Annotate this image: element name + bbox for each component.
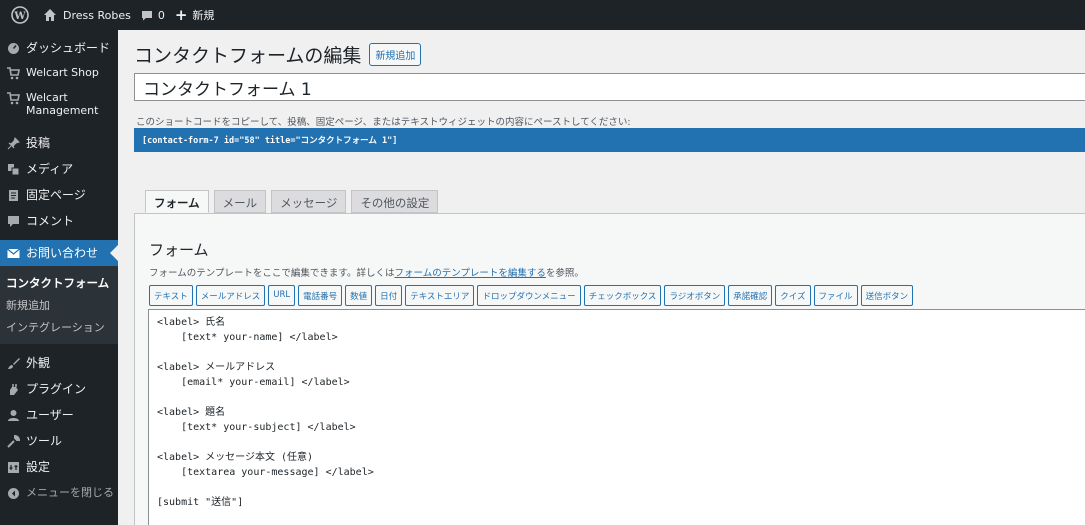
- site-name-link[interactable]: Dress Robes: [38, 0, 136, 30]
- add-new-button[interactable]: 新規追加: [369, 43, 422, 66]
- home-icon: [44, 9, 56, 21]
- wordpress-logo-icon: W: [11, 6, 29, 24]
- tag-button-submit[interactable]: 送信ボタン: [860, 285, 914, 306]
- tag-button-email[interactable]: メールアドレス: [195, 285, 266, 306]
- sidebar-item-comments[interactable]: コメント: [0, 214, 118, 240]
- sidebar-item-dashboard[interactable]: ダッシュボード: [0, 40, 118, 66]
- sidebar-item-media[interactable]: メディア: [0, 162, 118, 188]
- dashboard-icon: [6, 41, 20, 55]
- wp-logo-menu[interactable]: W: [0, 0, 38, 30]
- wrench-icon: [6, 434, 20, 448]
- tag-button-acceptance[interactable]: 承諾確認: [728, 285, 773, 306]
- tab-other-settings[interactable]: その他の設定: [351, 190, 439, 213]
- submenu-add-new[interactable]: 新規追加: [0, 294, 118, 316]
- brush-icon: [6, 356, 20, 370]
- panel-desc-after: を参照。: [545, 268, 584, 279]
- comment-icon: [6, 214, 20, 228]
- new-content-link[interactable]: + 新規: [170, 0, 220, 30]
- comments-count: 0: [157, 8, 165, 22]
- shortcode-text[interactable]: [contact-form-7 id="58" title="コンタクトフォーム…: [134, 128, 1085, 152]
- sidebar-item-appearance[interactable]: 外観: [0, 356, 118, 382]
- tab-form[interactable]: フォーム: [145, 190, 209, 213]
- shortcode-description: このショートコードをコピーして、投稿、固定ページ、またはテキストウィジェットの内…: [136, 117, 631, 128]
- media-icon: [6, 162, 20, 176]
- tag-button-quiz[interactable]: クイズ: [775, 285, 811, 306]
- settings-icon: [6, 460, 20, 474]
- tag-button-number[interactable]: 数値: [345, 285, 373, 306]
- svg-text:W: W: [13, 11, 26, 22]
- contact-submenu: コンタクトフォーム 新規追加 インテグレーション: [0, 266, 118, 344]
- panel-description: フォームのテンプレートをここで編集できます。詳しくはフォームのテンプレートを編集…: [149, 265, 584, 279]
- cart-icon: [6, 91, 20, 105]
- tag-button-file[interactable]: ファイル: [813, 285, 858, 306]
- editor-tabs: フォーム メール メッセージ その他の設定: [145, 190, 443, 213]
- tag-button-url[interactable]: URL: [268, 285, 296, 306]
- sidebar-item-tools[interactable]: ツール: [0, 434, 118, 460]
- submenu-contact-forms[interactable]: コンタクトフォーム: [0, 272, 118, 294]
- comments-link[interactable]: 0: [136, 0, 170, 30]
- page-title: コンタクトフォームの編集: [134, 45, 362, 67]
- panel-desc-before: フォームのテンプレートをここで編集できます。詳しくは: [149, 268, 395, 279]
- sidebar-item-welcart-management[interactable]: Welcart Management: [0, 91, 118, 136]
- form-title-input[interactable]: コンタクトフォーム 1: [134, 73, 1085, 101]
- sidebar-item-settings[interactable]: 設定: [0, 460, 118, 486]
- tag-generator-buttons: テキスト メールアドレス URL 電話番号 数値 日付 テキストエリア ドロップ…: [149, 285, 916, 306]
- new-label: 新規: [192, 9, 215, 22]
- tag-button-date[interactable]: 日付: [375, 285, 403, 306]
- main-content: コンタクトフォームの編集 新規追加 コンタクトフォーム 1 このショートコードを…: [118, 30, 1085, 525]
- plugin-icon: [6, 382, 20, 396]
- tab-messages[interactable]: メッセージ: [271, 190, 347, 213]
- tab-mail[interactable]: メール: [213, 190, 267, 213]
- cart-icon: [6, 66, 20, 80]
- tag-button-text[interactable]: テキスト: [149, 285, 193, 306]
- page-title-row: コンタクトフォームの編集 新規追加: [134, 41, 422, 68]
- sidebar-item-welcart-shop[interactable]: Welcart Shop: [0, 66, 118, 91]
- page-icon: [6, 188, 20, 202]
- pin-icon: [6, 136, 20, 150]
- user-icon: [6, 408, 20, 422]
- sidebar-item-plugins[interactable]: プラグイン: [0, 382, 118, 408]
- form-panel: フォーム フォームのテンプレートをここで編集できます。詳しくはフォームのテンプレ…: [134, 213, 1085, 525]
- admin-sidebar: ダッシュボード Welcart Shop Welcart Management …: [0, 30, 118, 525]
- sidebar-item-users[interactable]: ユーザー: [0, 408, 118, 434]
- panel-title: フォーム: [149, 241, 209, 259]
- submenu-integration[interactable]: インテグレーション: [0, 316, 118, 338]
- plus-icon: +: [174, 6, 188, 24]
- tag-button-dropdown[interactable]: ドロップダウンメニュー: [477, 285, 581, 306]
- comment-bubble-icon: [141, 10, 152, 20]
- sidebar-collapse-menu[interactable]: メニューを閉じる: [0, 486, 118, 512]
- tag-button-tel[interactable]: 電話番号: [298, 285, 343, 306]
- tag-button-textarea[interactable]: テキストエリア: [405, 285, 475, 306]
- site-name: Dress Robes: [63, 8, 131, 22]
- template-edit-link[interactable]: フォームのテンプレートを編集する: [394, 268, 545, 279]
- admin-bar: W Dress Robes 0 + 新規: [0, 0, 1085, 30]
- sidebar-item-posts[interactable]: 投稿: [0, 136, 118, 162]
- sidebar-item-contact[interactable]: お問い合わせ: [0, 240, 118, 266]
- sidebar-item-pages[interactable]: 固定ページ: [0, 188, 118, 214]
- mail-icon: [6, 246, 20, 260]
- tag-button-checkbox[interactable]: チェックボックス: [583, 285, 662, 306]
- form-template-editor[interactable]: <label> 氏名 [text* your-name] </label> <l…: [148, 309, 1085, 525]
- collapse-icon: [6, 486, 20, 500]
- tag-button-radio[interactable]: ラジオボタン: [664, 285, 726, 306]
